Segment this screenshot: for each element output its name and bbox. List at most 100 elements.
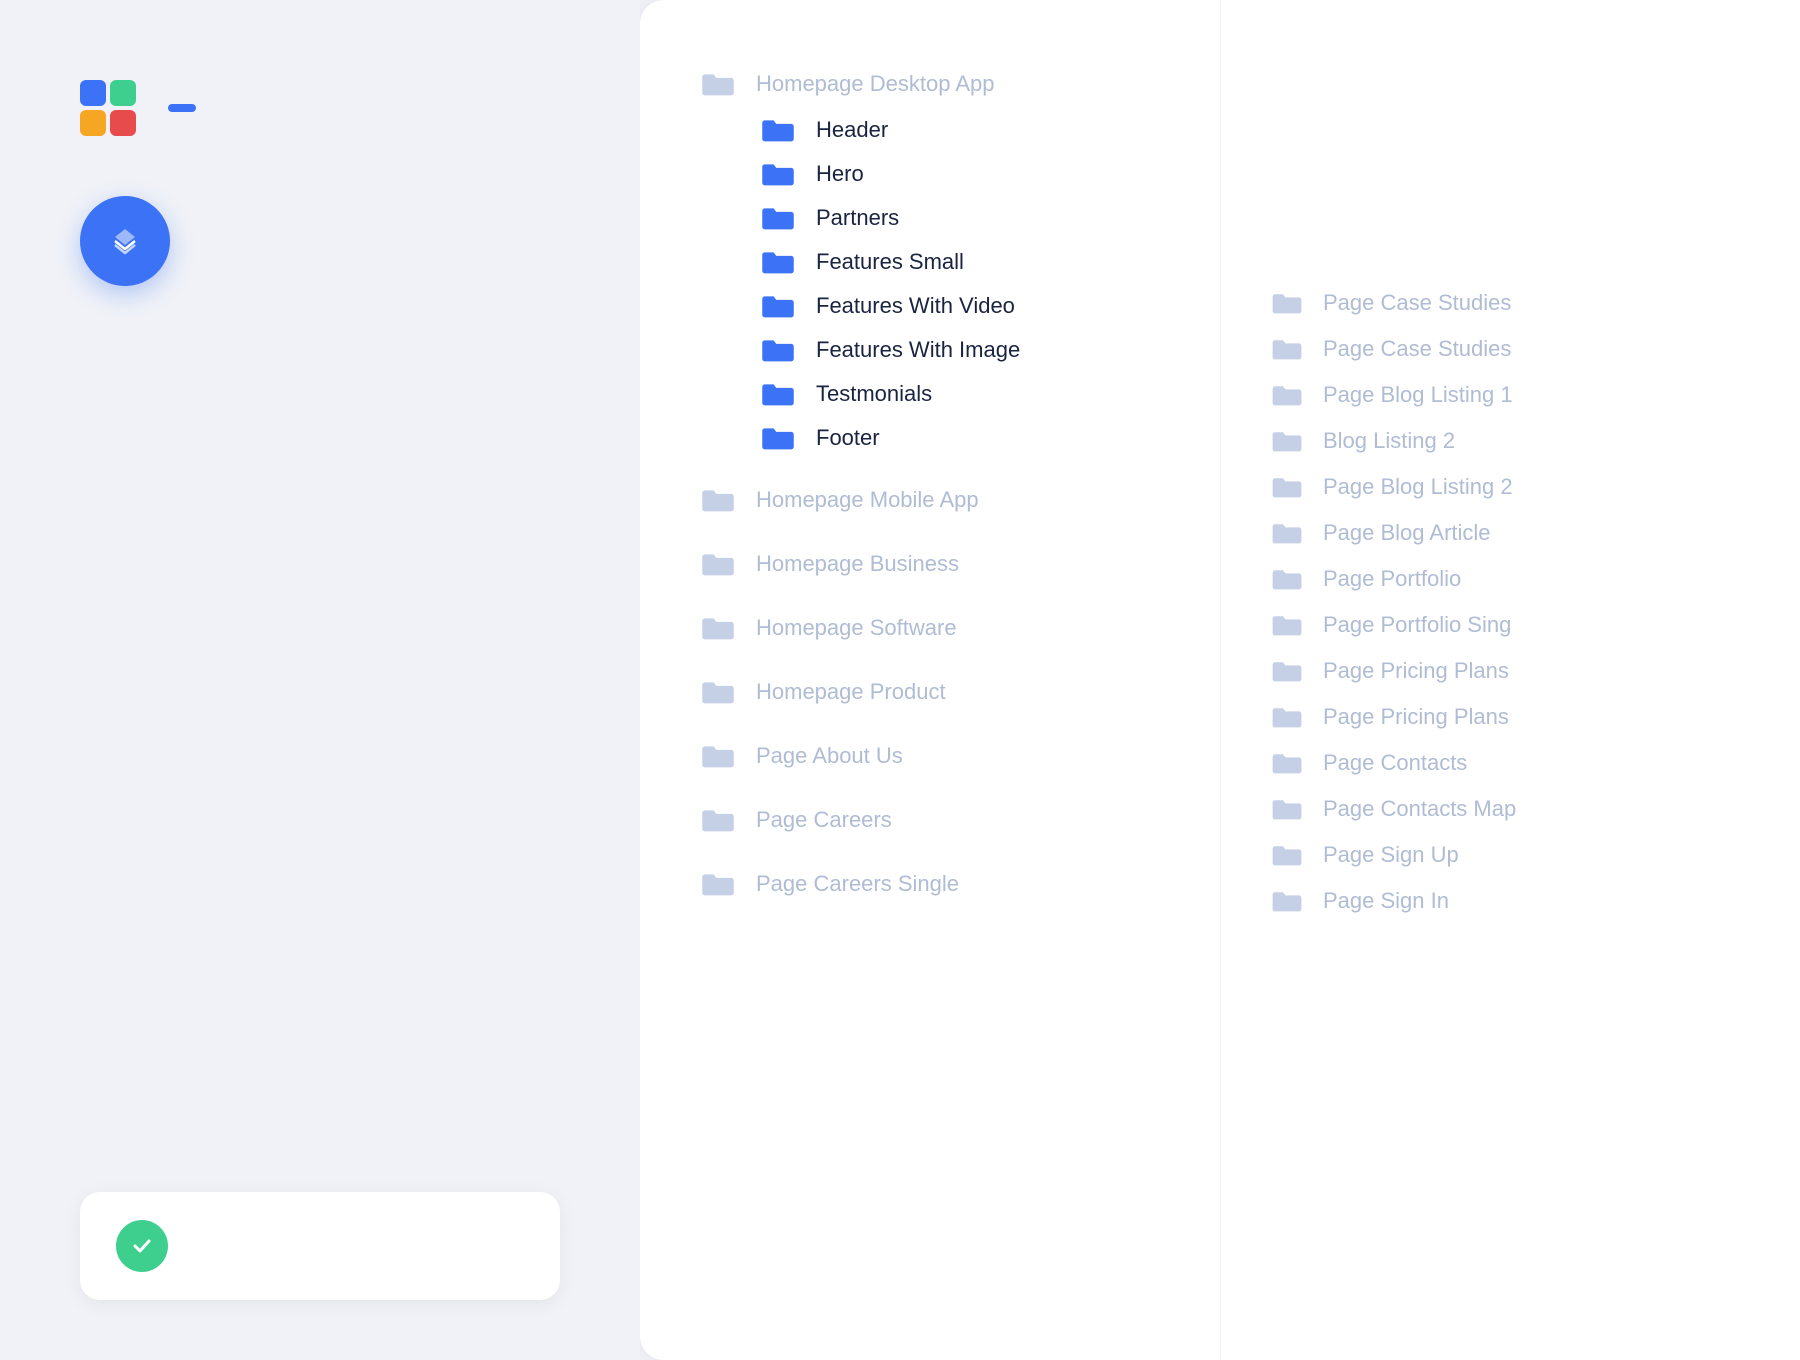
folder-item-homepage-product[interactable]: Homepage Product xyxy=(700,668,1170,716)
folder-icon-page-contacts xyxy=(1271,750,1303,776)
folder-item-page-careers[interactable]: Page Careers xyxy=(700,796,1170,844)
rp-label-page-blog-listing-2: Page Blog Listing 2 xyxy=(1323,474,1513,500)
rp-item-page-case-studies-2[interactable]: Page Case Studies xyxy=(1271,326,1750,372)
layers-icon-circle xyxy=(80,196,170,286)
folder-item-homepage-business[interactable]: Homepage Business xyxy=(700,540,1170,588)
rp-label-page-contacts-map: Page Contacts Map xyxy=(1323,796,1516,822)
folder-icon-page-pricing-plans-2 xyxy=(1271,704,1303,730)
rp-item-page-blog-listing-2[interactable]: Page Blog Listing 2 xyxy=(1271,464,1750,510)
rp-item-page-contacts[interactable]: Page Contacts xyxy=(1271,740,1750,786)
middle-panel[interactable]: Homepage Desktop App Header Hero Partner… xyxy=(640,0,1220,1360)
folder-icon-testmonials xyxy=(760,380,796,408)
folder-item-testmonials[interactable]: Testmonials xyxy=(700,372,1170,416)
folder-item-hero[interactable]: Hero xyxy=(700,152,1170,196)
folder-label-homepage-business: Homepage Business xyxy=(756,551,959,577)
folder-item-features-with-video[interactable]: Features With Video xyxy=(700,284,1170,328)
folder-item-homepage-mobile-app[interactable]: Homepage Mobile App xyxy=(700,476,1170,524)
folder-icon-homepage-product xyxy=(700,678,736,706)
folder-label-features-small: Features Small xyxy=(816,249,964,275)
rp-item-page-sign-up[interactable]: Page Sign Up xyxy=(1271,832,1750,878)
folder-item-homepage-desktop-app[interactable]: Homepage Desktop App xyxy=(700,60,1170,108)
folder-icon-features-small xyxy=(760,248,796,276)
right-container: Homepage Desktop App Header Hero Partner… xyxy=(640,0,1800,1360)
folder-label-features-with-video: Features With Video xyxy=(816,293,1015,319)
folder-icon-features-with-image xyxy=(760,336,796,364)
folder-item-features-with-image[interactable]: Features With Image xyxy=(700,328,1170,372)
rp-label-page-pricing-plans-2: Page Pricing Plans xyxy=(1323,704,1509,730)
folder-icon-page-sign-in xyxy=(1271,888,1303,914)
folder-label-testmonials: Testmonials xyxy=(816,381,932,407)
folder-label-page-careers: Page Careers xyxy=(756,807,892,833)
rp-label-page-sign-up: Page Sign Up xyxy=(1323,842,1459,868)
folder-icon-page-case-studies-2 xyxy=(1271,336,1303,362)
right-panel[interactable]: Page Case Studies Page Case Studies Page… xyxy=(1220,0,1800,1360)
rp-item-page-blog-article[interactable]: Page Blog Article xyxy=(1271,510,1750,556)
folder-item-page-careers-single[interactable]: Page Careers Single xyxy=(700,860,1170,908)
folder-item-footer[interactable]: Footer xyxy=(700,416,1170,460)
folder-item-header[interactable]: Header xyxy=(700,108,1170,152)
rp-item-blog-listing-2[interactable]: Blog Listing 2 xyxy=(1271,418,1750,464)
folder-label-homepage-software: Homepage Software xyxy=(756,615,957,641)
version-badge xyxy=(168,104,196,112)
check-circle xyxy=(116,1220,168,1272)
folder-icon-page-about-us xyxy=(700,742,736,770)
folder-icon-page-portfolio-sing xyxy=(1271,612,1303,638)
rp-item-page-contacts-map[interactable]: Page Contacts Map xyxy=(1271,786,1750,832)
folder-label-hero: Hero xyxy=(816,161,864,187)
logo-sq-green xyxy=(110,80,136,106)
logo-sq-orange xyxy=(80,110,106,136)
folder-item-homepage-software[interactable]: Homepage Software xyxy=(700,604,1170,652)
folder-label-page-careers-single: Page Careers Single xyxy=(756,871,959,897)
folder-icon-homepage-business xyxy=(700,550,736,578)
rp-label-page-contacts: Page Contacts xyxy=(1323,750,1467,776)
rp-label-page-blog-listing-1: Page Blog Listing 1 xyxy=(1323,382,1513,408)
rp-item-page-portfolio-sing[interactable]: Page Portfolio Sing xyxy=(1271,602,1750,648)
folder-label-footer: Footer xyxy=(816,425,880,451)
folder-icon-features-with-video xyxy=(760,292,796,320)
logo-sq-blue xyxy=(80,80,106,106)
folder-icon-page-case-studies-1 xyxy=(1271,290,1303,316)
folder-item-page-about-us[interactable]: Page About Us xyxy=(700,732,1170,780)
left-panel xyxy=(0,0,640,1360)
folder-icon-page-careers-single xyxy=(700,870,736,898)
rp-item-page-portfolio[interactable]: Page Portfolio xyxy=(1271,556,1750,602)
folder-icon-page-blog-article xyxy=(1271,520,1303,546)
rp-label-page-portfolio-sing: Page Portfolio Sing xyxy=(1323,612,1511,638)
folder-icon-page-sign-up xyxy=(1271,842,1303,868)
logo-sq-red xyxy=(110,110,136,136)
folder-icon-homepage-mobile-app xyxy=(700,486,736,514)
folder-icon-page-portfolio xyxy=(1271,566,1303,592)
folder-icon-footer xyxy=(760,424,796,452)
folder-icon-header xyxy=(760,116,796,144)
check-icon xyxy=(129,1233,155,1259)
folder-item-features-small[interactable]: Features Small xyxy=(700,240,1170,284)
logo-squares xyxy=(80,80,136,136)
layers-icon xyxy=(107,223,143,259)
folder-icon-page-blog-listing-2 xyxy=(1271,474,1303,500)
rp-label-page-case-studies-2: Page Case Studies xyxy=(1323,336,1511,362)
folder-icon-homepage-desktop-app xyxy=(700,70,736,98)
folder-icon-page-blog-listing-1 xyxy=(1271,382,1303,408)
rp-item-page-sign-in[interactable]: Page Sign In xyxy=(1271,878,1750,924)
rp-item-page-blog-listing-1[interactable]: Page Blog Listing 1 xyxy=(1271,372,1750,418)
folder-label-features-with-image: Features With Image xyxy=(816,337,1020,363)
rp-item-page-pricing-plans-1[interactable]: Page Pricing Plans xyxy=(1271,648,1750,694)
bottom-card xyxy=(80,1192,560,1300)
rp-label-blog-listing-2: Blog Listing 2 xyxy=(1323,428,1455,454)
folder-label-partners: Partners xyxy=(816,205,899,231)
folder-item-partners[interactable]: Partners xyxy=(700,196,1170,240)
rp-item-page-pricing-plans-2[interactable]: Page Pricing Plans xyxy=(1271,694,1750,740)
rp-label-page-blog-article: Page Blog Article xyxy=(1323,520,1491,546)
folder-icon-page-careers xyxy=(700,806,736,834)
folder-icon-page-contacts-map xyxy=(1271,796,1303,822)
rp-item-page-case-studies-1[interactable]: Page Case Studies xyxy=(1271,280,1750,326)
folder-icon-partners xyxy=(760,204,796,232)
folder-icon-homepage-software xyxy=(700,614,736,642)
folder-icon-hero xyxy=(760,160,796,188)
folder-icon-page-pricing-plans-1 xyxy=(1271,658,1303,684)
folder-label-page-about-us: Page About Us xyxy=(756,743,903,769)
folder-label-homepage-desktop-app: Homepage Desktop App xyxy=(756,71,995,97)
logo-row xyxy=(80,80,560,136)
folder-label-homepage-mobile-app: Homepage Mobile App xyxy=(756,487,979,513)
folder-icon-blog-listing-2 xyxy=(1271,428,1303,454)
